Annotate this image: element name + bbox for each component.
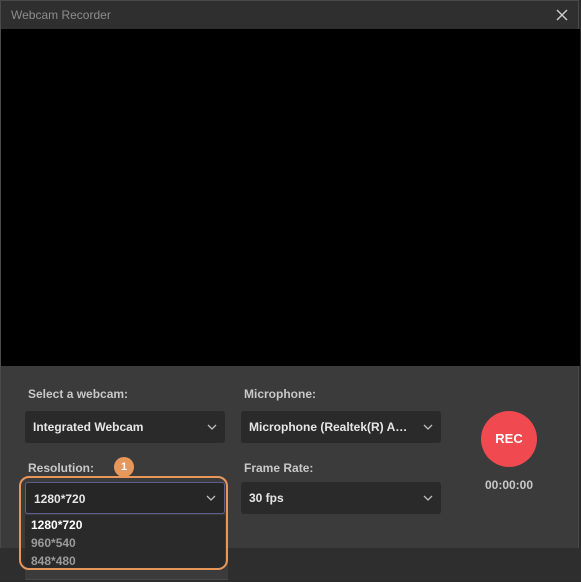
- close-button[interactable]: [554, 7, 570, 23]
- frame-rate-label: Frame Rate:: [244, 461, 314, 475]
- resolution-option[interactable]: 1280*720: [31, 518, 82, 532]
- chevron-down-icon: [207, 424, 217, 430]
- resolution-select[interactable]: 1280*720: [25, 482, 225, 514]
- chevron-down-icon: [423, 495, 433, 501]
- webcam-select[interactable]: Integrated Webcam: [25, 411, 225, 443]
- window-title: Webcam Recorder: [11, 8, 111, 22]
- webcam-label: Select a webcam:: [28, 387, 129, 401]
- step-marker-badge: 1: [114, 457, 134, 477]
- close-icon: [556, 9, 568, 21]
- footer-bar-left: [0, 548, 25, 580]
- frame-rate-select[interactable]: 30 fps: [241, 482, 441, 514]
- resolution-option[interactable]: 848*480: [31, 554, 76, 568]
- webcam-select-value: Integrated Webcam: [33, 420, 144, 434]
- microphone-select[interactable]: Microphone (Realtek(R) Audi: [241, 411, 441, 443]
- chevron-down-icon: [206, 495, 216, 501]
- resolution-option[interactable]: 960*540: [31, 536, 76, 550]
- resolution-label: Resolution:: [28, 461, 94, 475]
- frame-rate-select-value: 30 fps: [249, 491, 284, 505]
- title-bar: Webcam Recorder: [1, 1, 578, 29]
- resolution-select-value: 1280*720: [34, 492, 86, 506]
- record-button[interactable]: REC: [481, 411, 537, 467]
- resolution-dropdown-list: 1280*720 960*540 848*480: [25, 515, 225, 570]
- webcam-preview: [1, 29, 580, 366]
- chevron-down-icon: [423, 424, 433, 430]
- record-timer: 00:00:00: [484, 478, 534, 492]
- microphone-select-value: Microphone (Realtek(R) Audi: [249, 420, 411, 434]
- microphone-label: Microphone:: [244, 387, 316, 401]
- footer-bar-right: [228, 548, 581, 580]
